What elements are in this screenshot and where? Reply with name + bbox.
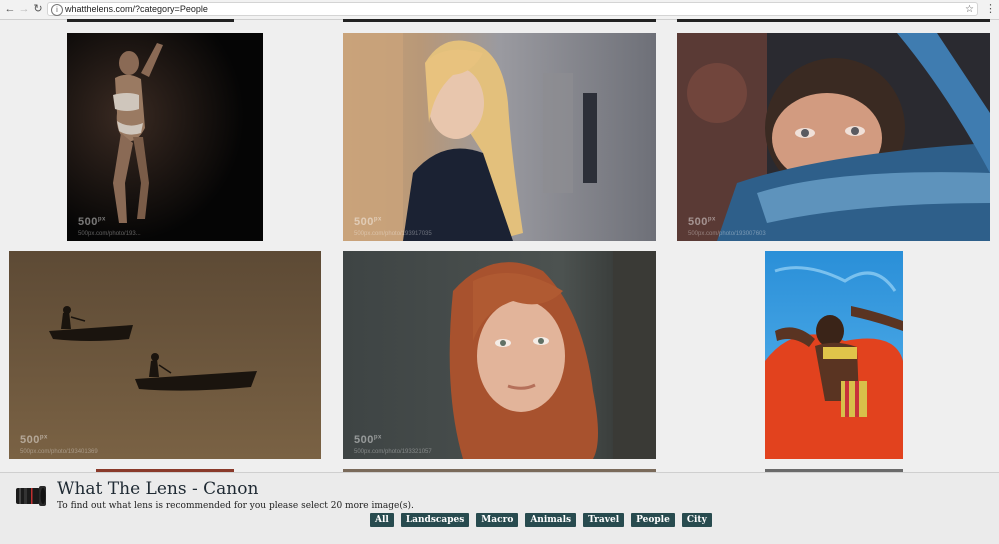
category-button-all[interactable]: All (370, 513, 394, 527)
photo-strip-top (677, 19, 990, 22)
watermark-500px: 500px (354, 434, 382, 446)
photo-woman-veiled-eyes[interactable]: 500px 500px.com/photo/193007603 (677, 33, 990, 241)
watermark-url: 500px.com/photo/193917035 (354, 231, 432, 237)
forward-arrow-icon[interactable]: → (17, 2, 31, 16)
address-bar[interactable]: i whatthelens.com/?category=People ☆ (47, 2, 978, 16)
category-button-people[interactable]: People (631, 513, 675, 527)
photo-image (343, 251, 656, 459)
category-filter-bar: All Landscapes Macro Animals Travel Peop… (370, 513, 712, 527)
lens-recommendation-panel: What The Lens - Canon To find out what l… (0, 472, 999, 544)
photo-image (67, 33, 263, 241)
watermark-url: 500px.com/photo/193... (78, 231, 141, 237)
watermark-url: 500px.com/photo/193401369 (20, 449, 98, 455)
photo-image (677, 33, 990, 241)
reload-icon[interactable]: ↻ (31, 2, 45, 16)
back-arrow-icon[interactable]: ← (3, 2, 17, 16)
instruction-text: To find out what lens is recommended for… (57, 501, 414, 511)
camera-lens-icon (16, 486, 46, 506)
photo-woman-pool-float[interactable] (765, 251, 903, 459)
photo-image (343, 33, 656, 241)
browser-toolbar: ← → ↻ i whatthelens.com/?category=People… (0, 0, 999, 20)
watermark-500px: 500px (688, 216, 716, 228)
photo-strip-top (343, 19, 656, 22)
photo-blonde-woman-street[interactable]: 500px 500px.com/photo/193917035 (343, 33, 656, 241)
category-button-landscapes[interactable]: Landscapes (400, 513, 470, 527)
photo-strip-top (67, 19, 234, 22)
watermark-500px: 500px (78, 216, 106, 228)
watermark-500px: 500px (354, 216, 382, 228)
photo-redhead-freckles[interactable]: 500px 500px.com/photo/193321057 (343, 251, 656, 459)
browser-menu-icon[interactable]: ⋮ (985, 2, 996, 16)
category-button-macro[interactable]: Macro (476, 513, 519, 527)
category-button-animals[interactable]: Animals (525, 513, 577, 527)
photo-boats-on-water[interactable]: 500px 500px.com/photo/193401369 (9, 251, 321, 459)
category-button-travel[interactable]: Travel (583, 513, 625, 527)
info-icon[interactable]: i (51, 4, 63, 16)
url-text[interactable]: whatthelens.com/?category=People (65, 3, 208, 16)
watermark-500px: 500px (20, 434, 48, 446)
bookmark-star-icon[interactable]: ☆ (965, 3, 974, 16)
watermark-url: 500px.com/photo/193321057 (354, 449, 432, 455)
photo-woman-lingerie-dark[interactable]: 500px 500px.com/photo/193... (67, 33, 263, 241)
category-button-city[interactable]: City (681, 513, 712, 527)
watermark-url: 500px.com/photo/193007603 (688, 231, 766, 237)
photo-image (765, 251, 903, 459)
app-title: What The Lens - Canon (57, 479, 259, 499)
photo-image (9, 251, 321, 459)
